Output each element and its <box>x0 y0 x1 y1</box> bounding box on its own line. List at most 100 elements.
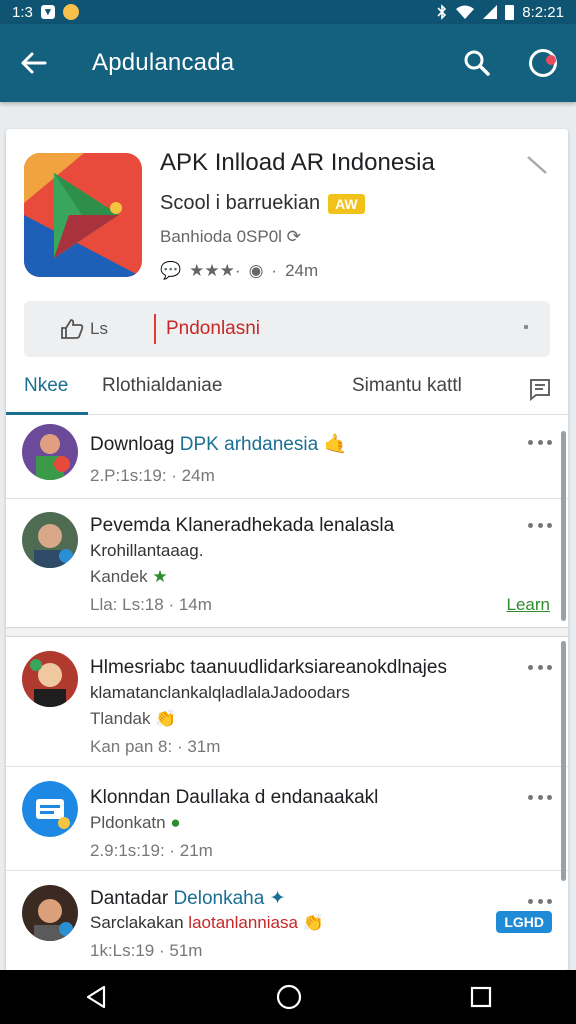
app-icon <box>24 153 142 277</box>
profile-icon <box>529 49 557 77</box>
subtitle-highlight: laotanlanniasa <box>188 913 298 932</box>
verified-icon: ✦ <box>269 888 286 909</box>
refresh-icon: ⟳ <box>286 227 301 246</box>
list-item-tag: Tlandak 👏 <box>90 709 176 729</box>
section-separator <box>6 627 568 637</box>
list-item[interactable]: Hlmesriabc taanuudlidarksiareanokdlnajes… <box>6 637 568 767</box>
avatar <box>22 424 78 480</box>
list-item-meta: 2.P:1s:19: · 24m <box>90 466 215 485</box>
status-time: 1:3 <box>12 3 33 21</box>
list-item-title: Downloag DPK arhdanesia 🤙 <box>90 432 347 456</box>
list-item-title: Klonndan Daullaka d endanaakakl <box>90 787 379 808</box>
list-item-meta: 2.9:1s:19: · 21m <box>90 841 213 860</box>
more-options-icon[interactable] <box>528 795 552 801</box>
emoji-notification-icon <box>62 4 79 20</box>
action-divider <box>154 314 156 344</box>
clock-icon: ◉ <box>248 261 264 280</box>
status-bar: 1:3 ▾ 8:2:21 <box>0 0 576 24</box>
check-icon: ● <box>170 813 181 832</box>
signal-icon <box>483 5 498 19</box>
menu-dot-icon <box>524 325 528 329</box>
back-arrow-icon <box>21 52 47 74</box>
list-item-subtitle: Sarclakakan laotanlanniasa 👏 <box>90 913 324 933</box>
list-item-title: Dantadar Delonkaha ✦ <box>90 887 286 910</box>
subtitle-text: Pldonkatn <box>90 813 166 832</box>
search-button[interactable] <box>444 24 510 102</box>
tab-information[interactable]: Rlothialdaniae <box>102 375 222 397</box>
app-meta-text: Banhioda 0SP0l <box>160 227 282 246</box>
title-highlight: Delonkaha <box>173 888 265 909</box>
app-title: APK Inlload AR Indonesia <box>160 149 435 176</box>
title-prefix: Dantadar <box>90 888 169 909</box>
content-card: APK Inlload AR Indonesia Scool i barruek… <box>6 129 568 971</box>
status-clock: 8:2:21 <box>522 3 564 21</box>
title-prefix: Downloag <box>90 434 175 455</box>
avatar <box>22 885 78 941</box>
like-label: Ls <box>90 319 108 338</box>
scrollbar[interactable] <box>561 431 566 621</box>
star-icon: ★ <box>152 567 168 586</box>
recents-nav-icon[interactable] <box>470 986 492 1008</box>
wifi-icon <box>456 5 475 19</box>
title-highlight: DPK arhdanesia <box>179 434 319 455</box>
notification-icon: ▾ <box>40 5 55 19</box>
list-item-meta: 1k:Ls:19 · 51m <box>90 941 203 960</box>
app-subtitle: Scool i barruekian <box>160 192 321 214</box>
list-item-tag: Kandek ★ <box>90 567 168 587</box>
chat-bubble-icon: 💬 <box>160 261 182 280</box>
dot-separator: · <box>271 261 278 280</box>
learn-link[interactable]: Learn <box>507 595 550 615</box>
profile-button[interactable] <box>510 24 576 102</box>
tag-text: Tlandak <box>90 709 151 728</box>
scrollbar[interactable] <box>561 641 566 881</box>
avatar <box>22 512 78 568</box>
bluetooth-icon <box>437 4 447 20</box>
emoji-icon: 🤙 <box>323 434 348 455</box>
list-item[interactable]: Dantadar Delonkaha ✦ Sarclakakan laotanl… <box>6 871 568 971</box>
list-item[interactable]: Klonndan Daullaka d endanaakakl Pldonkat… <box>6 767 568 871</box>
avatar <box>22 651 78 707</box>
action-bar: Ls Pndonlasni <box>24 301 550 357</box>
rating-stars: ★★★· <box>189 261 241 280</box>
tab-news[interactable]: Nkee <box>24 375 68 397</box>
navigation-bar <box>0 970 576 1024</box>
list-item-meta: Lla: Ls:18 · 14m <box>90 595 212 614</box>
back-button[interactable] <box>0 24 68 102</box>
action-tag-button[interactable]: LGHD <box>496 911 552 933</box>
list-item-title: Hlmesriabc taanuudlidarksiareanokdlnajes <box>90 657 447 678</box>
list-item-meta: Kan pan 8: · 31m <box>90 737 221 756</box>
list-item-subtitle: Krohillantaaag. <box>90 541 204 560</box>
tab-comments[interactable]: Simantu kattl <box>352 375 462 397</box>
home-nav-icon[interactable] <box>276 984 302 1010</box>
download-button[interactable]: Pndonlasni <box>166 318 260 340</box>
emoji-icon: 👏 <box>155 709 177 728</box>
more-options-icon[interactable] <box>528 523 552 529</box>
list-item-subtitle: klamatanclankalqladlalaJadoodars <box>90 683 350 702</box>
more-options-icon[interactable] <box>528 665 552 671</box>
app-bar-title: Apdulancada <box>92 49 235 76</box>
message-icon[interactable] <box>528 377 552 401</box>
pen-icon[interactable] <box>524 151 550 177</box>
app-developer: Scool i barruekian AW <box>160 192 365 215</box>
app-badge: AW <box>328 193 365 214</box>
search-icon <box>464 50 490 76</box>
tag-text: Kandek <box>90 567 148 586</box>
more-options-icon[interactable] <box>528 899 552 905</box>
app-bar: Apdulancada <box>0 24 576 102</box>
active-tab-indicator <box>6 412 88 415</box>
app-stats: 💬 ★★★· ◉ · 24m <box>160 261 318 281</box>
subtitle-prefix: Sarclakakan <box>90 913 184 932</box>
back-nav-icon[interactable] <box>84 985 108 1009</box>
app-meta-line: Banhioda 0SP0l ⟳ <box>160 227 301 247</box>
list-item[interactable]: Pevemda Klaneradhekada lenalasla Krohill… <box>6 499 568 627</box>
avatar <box>22 781 78 837</box>
list-item-title: Pevemda Klaneradhekada lenalasla <box>90 515 395 536</box>
battery-icon <box>505 4 515 20</box>
list-item[interactable]: Downloag DPK arhdanesia 🤙 2.P:1s:19: · 2… <box>6 416 568 499</box>
list-item-subtitle: Pldonkatn ● <box>90 813 181 833</box>
tab-bar: Nkee Rlothialdaniae Simantu kattl <box>6 365 568 415</box>
like-button[interactable]: Ls <box>24 301 154 357</box>
thumbs-up-icon <box>61 319 84 339</box>
emoji-icon: 👏 <box>302 913 324 932</box>
more-options-icon[interactable] <box>528 440 552 446</box>
